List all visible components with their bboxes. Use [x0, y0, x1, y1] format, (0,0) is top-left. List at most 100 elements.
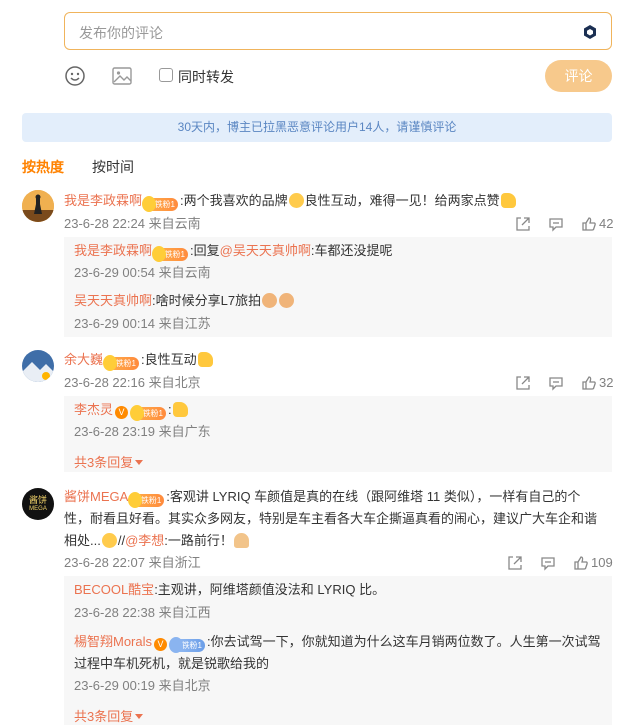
like-count: 109: [591, 555, 613, 570]
reply-item: 李杰灵 V 铁粉1:: [74, 401, 189, 421]
fan-badge: 铁粉1: [169, 637, 206, 653]
comment-body: 我是李政霖啊 铁粉1:两个我喜欢的品牌 良性互动，难得一见！给两家点赞: [64, 192, 517, 212]
comment-text: 性，耐看且好看。其实众多网友，特别是车主看各大车企撕逼真看的闹心，建议广大车企和…: [64, 511, 598, 526]
fan-badge: 铁粉1: [130, 405, 167, 421]
avatar-text: 酱饼: [28, 495, 47, 505]
comment-username[interactable]: 酱饼MEGA: [64, 489, 128, 504]
comment-text: 良性互动，难得一见！给两家点赞: [304, 193, 500, 208]
thumbs-up-emoji-icon: [172, 402, 188, 417]
reply-item: 楊智翔Morals V 铁粉1:你去试驾一下，你就知道为什么这车月销两位数了。人生第…: [74, 631, 610, 675]
comment-text: 相处...: [64, 533, 101, 548]
like-count: 32: [599, 375, 614, 390]
reply-meta: 23-6-29 00:19 来自北京: [74, 678, 211, 693]
compose-toolbar: 同时转发 评论: [64, 60, 612, 92]
comment-body: 余大巍 铁粉1:良性互动: [64, 351, 214, 371]
comment-body: 酱饼MEGA 铁粉1:客观讲 LYRIQ 车颜值是真的在线（跟阿维塔 11 类似）…: [64, 486, 616, 552]
reply-meta: 23-6-29 00:14 来自江苏: [74, 316, 211, 331]
submit-comment-button[interactable]: 评论: [545, 60, 612, 92]
comment-text: //: [117, 533, 126, 548]
chevron-down-icon: [135, 460, 144, 465]
thumbs-up-emoji-icon: [197, 352, 213, 367]
reply-block: 我是李政霖啊 铁粉1:回复@吴天天真帅啊:车都还没提呢 23-6-29 00:54…: [64, 237, 612, 337]
emoji-icon[interactable]: [64, 65, 86, 87]
smile-emoji-icon: [101, 533, 117, 548]
avatar-image: [22, 190, 54, 222]
like-icon[interactable]: [573, 555, 589, 571]
like-count: 42: [599, 216, 614, 231]
expand-replies-link[interactable]: 共3条回复: [74, 452, 144, 471]
reply-text: :车都还没提呢: [310, 243, 393, 258]
reply-item: BECOOL酷宝:主观讲，阿维塔颜值没法和 LYRIQ 比。: [74, 581, 385, 599]
image-icon[interactable]: [111, 65, 133, 87]
grin-emoji-icon: [288, 193, 304, 208]
fan-badge: 铁粉1: [103, 355, 140, 371]
cat-emoji-icon: [262, 293, 278, 308]
avatar[interactable]: [22, 190, 54, 222]
expand-replies-label: 共3条回复: [74, 455, 134, 470]
hexagon-icon: [584, 25, 596, 39]
reply-username[interactable]: 吴天天真帅啊: [74, 293, 152, 308]
verified-icon: V: [154, 638, 168, 651]
reply-item: 我是李政霖啊 铁粉1:回复@吴天天真帅啊:车都还没提呢: [74, 242, 393, 262]
fan-badge: 铁粉1: [142, 196, 179, 212]
comment-text: :客观讲 LYRIQ 车颜值是真的在线（跟阿维塔 11 类似），一样有自己的个: [166, 489, 581, 504]
block-notice: 30天内，博主已拉黑恶意评论用户14人，请谨慎评论: [22, 113, 612, 142]
comment-icon[interactable]: [540, 555, 556, 571]
like-icon[interactable]: [581, 375, 597, 391]
verified-icon: V: [115, 406, 129, 419]
reply-item: 吴天天真帅啊:啥时候分享L7旅拍: [74, 292, 295, 310]
repost-label: 同时转发: [178, 69, 234, 85]
comment-input-placeholder: 发布你的评论: [79, 25, 163, 41]
reply-text: :主观讲，阿维塔颜值没法和 LYRIQ 比。: [154, 582, 386, 597]
reply-text: :: [168, 402, 172, 417]
comment-meta: 23-6-28 22:24 来自云南: [64, 216, 201, 231]
reply-text: :回复: [190, 243, 220, 258]
expand-replies-link[interactable]: 共3条回复: [74, 706, 144, 725]
reply-meta: 23-6-28 23:19 来自广东: [74, 424, 211, 439]
avatar-image: [22, 350, 54, 382]
fan-badge: 铁粉1: [128, 492, 165, 508]
comment-text: :两个我喜欢的品牌: [180, 193, 288, 208]
share-icon[interactable]: [515, 216, 531, 232]
comment-icon[interactable]: [548, 216, 564, 232]
share-icon[interactable]: [515, 375, 531, 391]
avatar[interactable]: 酱饼 MEGA: [22, 488, 54, 520]
comment-actions: 109: [507, 555, 613, 571]
reply-meta: 23-6-28 22:38 来自江西: [74, 605, 211, 620]
comment-meta: 23-6-28 22:16 来自北京: [64, 375, 201, 390]
reply-username[interactable]: BECOOL酷宝: [74, 582, 154, 597]
share-icon[interactable]: [507, 555, 523, 571]
reply-username[interactable]: 我是李政霖啊: [74, 243, 152, 258]
fan-badge: 铁粉1: [152, 246, 189, 262]
reply-text: :你去试驾一下，你就知道为什么这车月销两位数了。人生第一次试驾: [207, 634, 601, 649]
tab-sort-time[interactable]: 按时间: [92, 157, 134, 177]
pray-emoji-icon: [233, 533, 249, 548]
tab-sort-hot[interactable]: 按热度: [22, 157, 64, 177]
cat-emoji-icon: [279, 293, 295, 308]
like-icon[interactable]: [581, 216, 597, 232]
mention-link[interactable]: @吴天天真帅啊: [220, 243, 311, 258]
comment-meta: 23-6-28 22:07 来自浙江: [64, 555, 201, 570]
repost-checkbox[interactable]: [159, 68, 173, 82]
reply-block: 李杰灵 V 铁粉1: 23-6-28 23:19 来自广东 共3条回复: [64, 396, 612, 472]
expand-replies-label: 共3条回复: [74, 709, 134, 724]
chevron-down-icon: [135, 714, 144, 719]
thumbs-up-emoji-icon: [500, 193, 516, 208]
reply-meta: 23-6-29 00:54 来自云南: [74, 265, 211, 280]
reply-text: :啥时候分享L7旅拍: [152, 293, 262, 308]
comment-text: :一路前行！: [164, 533, 233, 548]
comment-username[interactable]: 我是李政霖啊: [64, 193, 142, 208]
mention-link[interactable]: @李想: [125, 533, 164, 548]
comment-input[interactable]: 发布你的评论: [64, 12, 612, 50]
comment-actions: 32: [515, 375, 613, 391]
reply-block: BECOOL酷宝:主观讲，阿维塔颜值没法和 LYRIQ 比。 23-6-28 2…: [64, 576, 612, 725]
comment-icon[interactable]: [548, 375, 564, 391]
reply-text: 过程中车机死机，就是锐歌给我的: [74, 656, 270, 671]
comment-username[interactable]: 余大巍: [64, 352, 103, 367]
comment-actions: 42: [515, 216, 613, 232]
avatar[interactable]: [22, 350, 54, 382]
reply-username[interactable]: 李杰灵: [74, 402, 113, 417]
reply-username[interactable]: 楊智翔Morals: [74, 634, 152, 649]
comment-text: :良性互动: [141, 352, 197, 367]
avatar-text: MEGA: [29, 506, 47, 512]
